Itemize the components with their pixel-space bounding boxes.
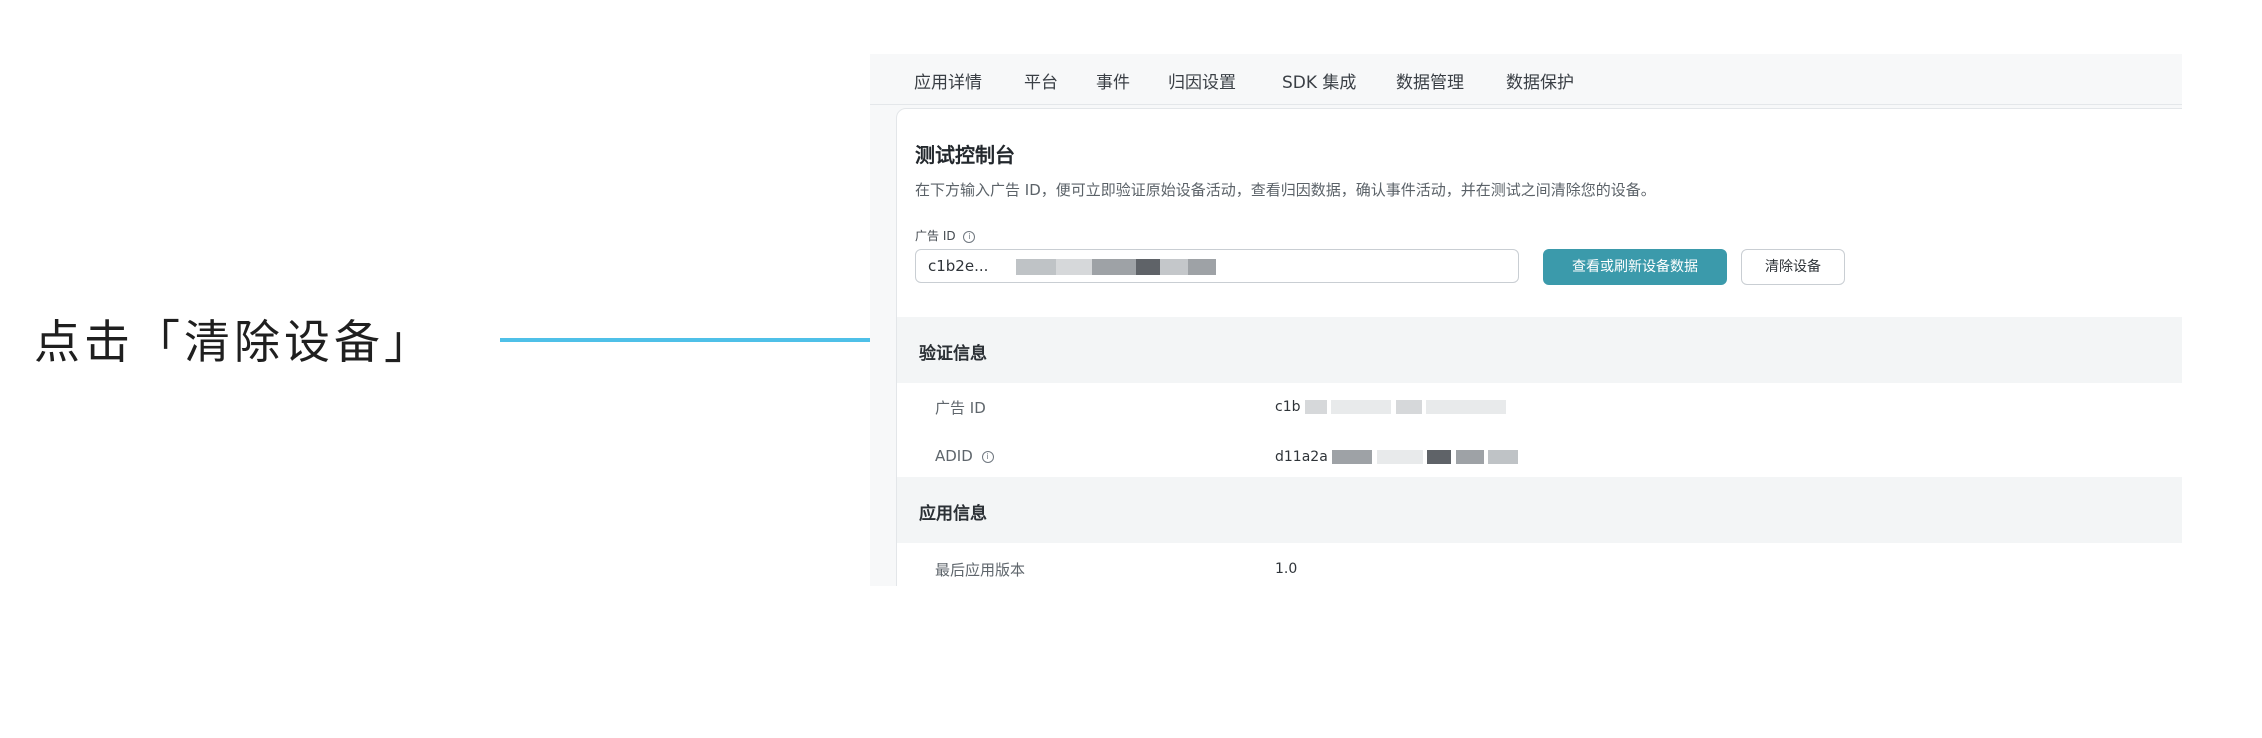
redacted-block bbox=[1488, 450, 1519, 464]
view-refresh-device-data-button[interactable]: 查看或刷新设备数据 bbox=[1543, 249, 1727, 285]
app-info-section-header: 应用信息 bbox=[897, 477, 2182, 543]
instruction-caption: 点击「清除设备」 bbox=[34, 315, 434, 369]
redacted-block bbox=[1136, 259, 1160, 275]
redacted-block bbox=[1427, 450, 1452, 464]
verification-section-header: 验证信息 bbox=[897, 317, 2182, 383]
tab-app-details[interactable]: 应用详情 bbox=[914, 68, 982, 93]
tab-bar: 应用详情 平台 事件 归因设置 SDK 集成 数据管理 数据保护 bbox=[870, 54, 2182, 105]
redacted-block bbox=[1160, 259, 1188, 275]
tab-sdk-integration[interactable]: SDK 集成 bbox=[1282, 68, 1356, 93]
redacted-block bbox=[1188, 259, 1216, 275]
tab-data-management[interactable]: 数据管理 bbox=[1396, 68, 1464, 93]
page-description: 在下方输入广告 ID，便可立即验证原始设备活动，查看归因数据，确认事件活动，并在… bbox=[915, 181, 1656, 199]
info-icon[interactable]: i bbox=[981, 450, 994, 463]
redacted-block bbox=[1332, 450, 1373, 464]
redacted-block bbox=[1376, 450, 1423, 464]
verification-row-key: 广告 ID bbox=[935, 399, 986, 417]
app-info-section-title: 应用信息 bbox=[919, 504, 987, 524]
tab-events[interactable]: 事件 bbox=[1096, 68, 1130, 93]
app-info-row-key: 最后应用版本 bbox=[935, 561, 1026, 579]
app-info-row-value: 1.0 bbox=[1275, 561, 1298, 577]
info-icon[interactable]: i bbox=[963, 230, 976, 243]
redacted-block bbox=[1304, 400, 1327, 414]
ad-id-field-label: 广告 ID i bbox=[915, 227, 976, 244]
redacted-block bbox=[1056, 259, 1092, 275]
redacted-block bbox=[1092, 259, 1136, 275]
verification-row-value: c1b bbox=[1275, 399, 1507, 415]
redacted-block bbox=[1331, 400, 1392, 414]
redacted-block bbox=[1395, 400, 1422, 414]
verification-row-key: ADID i bbox=[935, 447, 994, 465]
redacted-block bbox=[1016, 259, 1056, 275]
tab-platform[interactable]: 平台 bbox=[1024, 68, 1058, 93]
tab-data-protection[interactable]: 数据保护 bbox=[1506, 68, 1574, 93]
page-title: 测试控制台 bbox=[915, 143, 1015, 167]
test-console-card: 测试控制台 在下方输入广告 ID，便可立即验证原始设备活动，查看归因数据，确认事… bbox=[896, 108, 2182, 586]
adid-value-text: d11a2a bbox=[1275, 449, 1328, 465]
app-settings-panel: 应用详情 平台 事件 归因设置 SDK 集成 数据管理 数据保护 测试控制台 在… bbox=[870, 54, 2182, 586]
tab-attribution-settings[interactable]: 归因设置 bbox=[1168, 68, 1236, 93]
redacted-block bbox=[1455, 450, 1484, 464]
verification-section-title: 验证信息 bbox=[919, 344, 987, 364]
screenshot-stage: 点击「清除设备」 应用详情 平台 事件 归因设置 SDK 集成 数据管理 数据保… bbox=[0, 0, 2262, 738]
ad-id-label-text: 广告 ID bbox=[915, 229, 956, 243]
ad-id-input-value: c1b2e... bbox=[928, 257, 989, 275]
clear-device-button[interactable]: 清除设备 bbox=[1741, 249, 1845, 285]
ad-id-value-text: c1b bbox=[1275, 399, 1301, 415]
ad-id-input[interactable]: c1b2e... bbox=[915, 249, 1519, 283]
verification-row-value: d11a2a bbox=[1275, 449, 1519, 465]
adid-key-text: ADID bbox=[935, 447, 973, 465]
redacted-block bbox=[1426, 400, 1507, 414]
